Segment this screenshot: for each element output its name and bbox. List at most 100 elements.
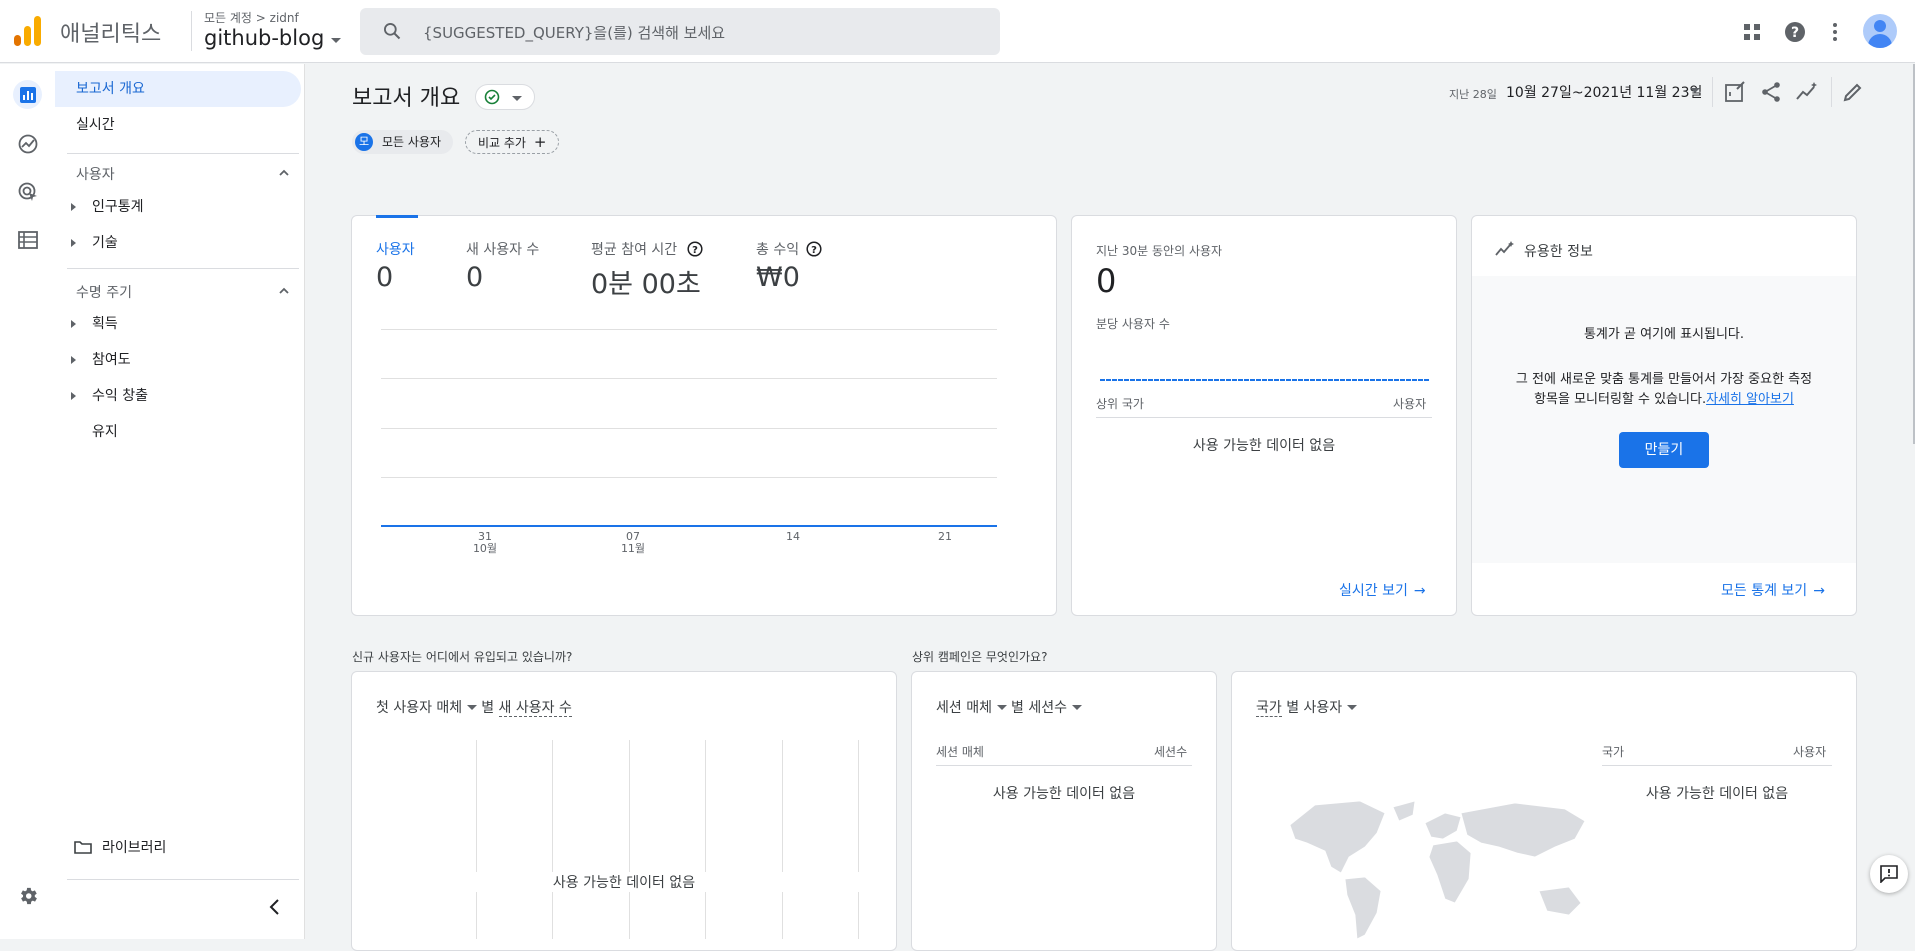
- nav-realtime[interactable]: 실시간: [55, 107, 301, 143]
- insights-icon[interactable]: [1795, 80, 1819, 104]
- learn-more-link[interactable]: 자세히 알아보기: [1706, 392, 1794, 407]
- edit-icon[interactable]: [1841, 80, 1865, 104]
- chevron-up-icon[interactable]: [278, 167, 290, 179]
- col-header-sessions: 세션수: [1154, 745, 1188, 759]
- metric-label-users[interactable]: 사용자: [376, 239, 415, 259]
- share-icon[interactable]: [1759, 80, 1783, 104]
- chart-gridline: [381, 477, 997, 478]
- view-realtime-link[interactable]: 실시간 보기 →: [1339, 580, 1426, 600]
- expand-arrow-icon: [71, 320, 76, 328]
- country-dropdown[interactable]: 국가 별 사용자: [1256, 697, 1361, 717]
- metric-label[interactable]: 새 사용자 수: [498, 700, 572, 717]
- insights-message: 통계가 곧 여기에 표시됩니다.: [1583, 327, 1745, 342]
- explore-icon[interactable]: [13, 129, 42, 158]
- folder-icon[interactable]: [74, 840, 92, 854]
- settings-icon[interactable]: [13, 881, 42, 910]
- add-comparison-button[interactable]: 비교 추가 +: [465, 130, 560, 154]
- account-breadcrumb[interactable]: 모든 계정 > zidnf: [204, 9, 299, 26]
- metric-value-engagement-time: 0분 00초: [591, 269, 701, 300]
- add-comparison-label: 비교 추가: [478, 136, 526, 150]
- side-navigation: 보고서 개요 실시간 사용자 인구통계 기술 수명 주기 획득 참여도 수익 창…: [55, 64, 305, 939]
- apps-icon[interactable]: [1740, 20, 1764, 44]
- app-name[interactable]: 애널리틱스: [60, 16, 161, 48]
- create-insight-button[interactable]: 만들기: [1619, 432, 1709, 468]
- property-selector[interactable]: github-blog: [204, 26, 324, 50]
- segment-chip[interactable]: 모 모든 사용자: [352, 130, 454, 154]
- chevron-up-icon[interactable]: [278, 285, 290, 297]
- chart-gridline: [629, 740, 630, 939]
- configure-icon[interactable]: [13, 225, 42, 254]
- x-tick-label: 21: [938, 530, 952, 543]
- help-icon[interactable]: ?: [1783, 20, 1807, 44]
- header-divider: [191, 11, 192, 51]
- collapse-nav-icon[interactable]: [268, 898, 282, 916]
- nav-item-retention[interactable]: 유지: [55, 415, 301, 449]
- chart-gridline: [381, 329, 997, 330]
- nav-divider: [67, 153, 299, 154]
- nav-section-user[interactable]: 사용자: [76, 164, 115, 184]
- metric-label-engagement-time[interactable]: 평균 참여 시간: [591, 239, 677, 259]
- search-bar[interactable]: {SUGGESTED_QUERY}을(를) 검색해 보세요: [360, 8, 1000, 55]
- nav-divider: [67, 268, 299, 269]
- metric-label: 별 사용자: [1286, 700, 1343, 716]
- nav-item-acquisition[interactable]: 획득: [55, 307, 301, 341]
- nav-item-label: 기술: [92, 235, 118, 251]
- svg-text:?: ?: [1791, 25, 1799, 41]
- chart-gridline: [552, 740, 553, 939]
- realtime-card: [1071, 215, 1457, 616]
- metric-label-new-users[interactable]: 새 사용자 수: [466, 239, 539, 259]
- customize-report-icon[interactable]: [1723, 80, 1747, 104]
- toolbar-divider: [1712, 77, 1713, 107]
- advertising-icon[interactable]: [13, 177, 42, 206]
- metric-label-revenue[interactable]: 총 수익: [756, 239, 799, 259]
- dimension-label: 첫 사용자 매체: [376, 700, 463, 716]
- x-tick-label: 31 10월: [472, 530, 498, 555]
- nav-item-engagement[interactable]: 참여도: [55, 343, 301, 377]
- check-circle-icon: [484, 89, 500, 105]
- expand-arrow-icon: [71, 392, 76, 400]
- help-icon[interactable]: ?: [806, 241, 822, 257]
- search-placeholder[interactable]: {SUGGESTED_QUERY}을(를) 검색해 보세요: [423, 22, 725, 43]
- x-tick-label: 14: [786, 530, 800, 543]
- x-tick-label: 07 11월: [620, 530, 646, 555]
- property-caret-icon[interactable]: [331, 38, 341, 43]
- metric-value-new-users: 0: [466, 262, 484, 293]
- analytics-logo-icon[interactable]: [14, 16, 42, 46]
- session-medium-dropdown[interactable]: 세션 매체 별 세션수: [936, 697, 1086, 717]
- dimension-label[interactable]: 국가: [1256, 700, 1282, 717]
- nav-library[interactable]: 라이브러리: [102, 837, 166, 857]
- nav-item-label: 획득: [92, 316, 118, 332]
- nav-item-label: 수익 창출: [92, 388, 148, 404]
- no-data-text: 사용 가능한 데이터 없음: [1645, 786, 1789, 802]
- nav-item-demographics[interactable]: 인구통계: [55, 190, 301, 224]
- table-divider: [936, 765, 1192, 766]
- date-range-selector[interactable]: 10월 27일~2021년 11월 23일: [1506, 82, 1702, 102]
- account-avatar[interactable]: [1863, 14, 1897, 48]
- caret-down-icon: [512, 96, 522, 101]
- help-icon[interactable]: ?: [687, 241, 703, 257]
- first-user-medium-dropdown[interactable]: 첫 사용자 매체 별 새 사용자 수: [376, 697, 572, 717]
- by-label: 별: [481, 700, 495, 716]
- more-vert-icon[interactable]: [1823, 20, 1847, 44]
- date-preset-label[interactable]: 지난 28일: [1449, 86, 1497, 102]
- nav-report-overview[interactable]: 보고서 개요: [55, 71, 301, 107]
- nav-item-label: 참여도: [92, 352, 131, 368]
- caret-down-icon: [1071, 704, 1082, 710]
- caret-down-icon: [996, 704, 1007, 710]
- date-caret-icon[interactable]: [1690, 88, 1700, 93]
- view-all-insights-link[interactable]: 모든 통계 보기 →: [1721, 580, 1825, 600]
- caret-down-icon: [1347, 704, 1358, 710]
- table-divider: [1602, 765, 1832, 766]
- col-header-country: 국가: [1602, 745, 1625, 759]
- status-dropdown[interactable]: [475, 84, 535, 110]
- nav-section-lifecycle[interactable]: 수명 주기: [76, 282, 132, 302]
- feedback-button[interactable]: [1870, 855, 1908, 893]
- col-header-users: 사용자: [1393, 397, 1427, 411]
- nav-item-monetization[interactable]: 수익 창출: [55, 379, 301, 413]
- chart-gridline: [476, 740, 477, 939]
- insights-title: 유용한 정보: [1524, 244, 1593, 260]
- expand-arrow-icon: [71, 203, 76, 211]
- nav-item-tech[interactable]: 기술: [55, 226, 301, 260]
- reports-icon[interactable]: [13, 80, 42, 109]
- arrow-right-icon: →: [1813, 583, 1825, 599]
